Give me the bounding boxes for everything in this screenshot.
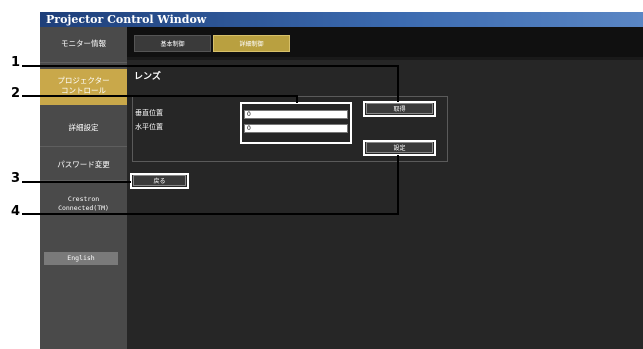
set-button[interactable]: 設定 <box>366 142 433 153</box>
english-button[interactable]: English <box>44 252 118 265</box>
vertical-position-label: 垂直位置 <box>135 109 163 117</box>
position-fields-highlight <box>240 102 352 144</box>
section-title: レンズ <box>134 72 161 82</box>
callout-number: 1 <box>10 55 20 70</box>
sidebar-item-detailed-settings[interactable]: 詳細設定 <box>40 122 127 133</box>
back-button[interactable]: 戻る <box>133 175 186 186</box>
sidebar-item-projector-control[interactable]: プロジェクター コントロール <box>40 69 127 105</box>
callout-leader-line <box>22 65 399 67</box>
callout-number: 3 <box>10 171 20 186</box>
sidebar-divider <box>40 62 127 63</box>
sidebar-item-crestron[interactable]: Crestron Connected(TM) <box>40 195 127 213</box>
sidebar-item-monitor-info[interactable]: モニター情報 <box>40 38 127 49</box>
callout-leader-line <box>397 65 399 102</box>
sidebar-divider <box>40 146 127 147</box>
callout-leader-line <box>397 155 399 215</box>
horizontal-position-label: 水平位置 <box>135 123 163 131</box>
callout-number: 2 <box>10 86 20 101</box>
sidebar-item-label: Connected(TM) <box>58 204 109 212</box>
callout-leader-line <box>22 181 131 183</box>
callout-number: 4 <box>10 204 20 219</box>
sidebar-item-label: Crestron <box>67 195 100 203</box>
window-title: Projector Control Window <box>40 12 643 27</box>
callout-leader-line <box>296 95 298 103</box>
sidebar-item-label: プロジェクター <box>57 76 110 85</box>
tab-basic-control[interactable]: 基本制御 <box>134 35 211 52</box>
callout-leader-line <box>22 213 399 215</box>
horizontal-position-field[interactable]: 0 <box>244 124 348 133</box>
vertical-position-field[interactable]: 0 <box>244 110 348 119</box>
sidebar-item-password-change[interactable]: パスワード変更 <box>40 159 127 170</box>
callout-leader-line <box>22 95 298 97</box>
tab-detailed-control[interactable]: 詳細制御 <box>213 35 290 52</box>
get-button[interactable]: 取得 <box>366 103 433 114</box>
